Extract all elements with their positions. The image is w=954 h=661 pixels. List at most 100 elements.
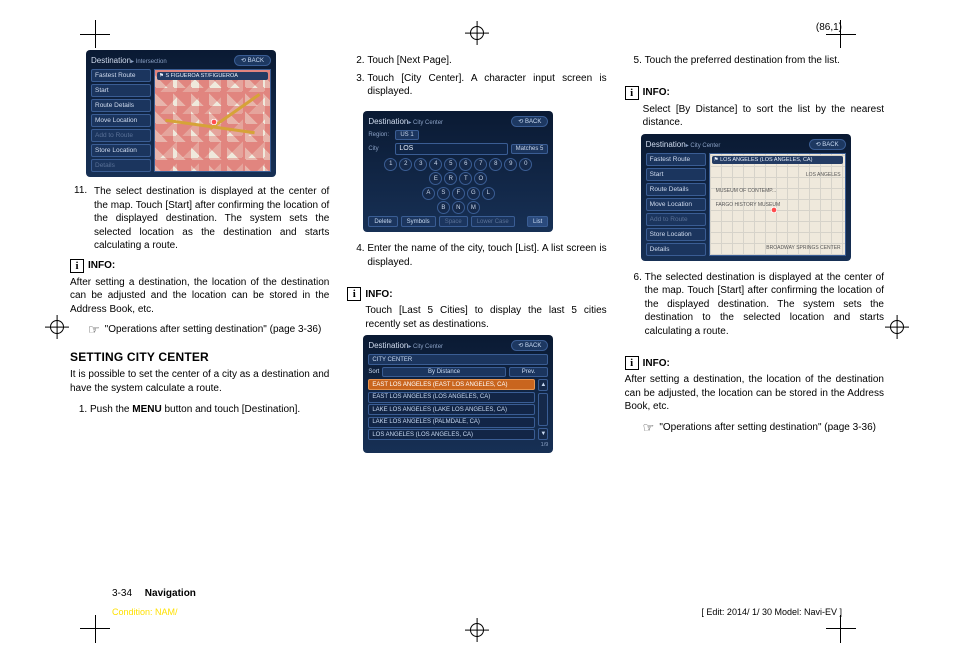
list-item[interactable]: LAKE LOS ANGELES (LAKE LOS ANGELES, CA)	[368, 404, 535, 415]
destination-pin-icon	[770, 206, 778, 214]
region-value[interactable]: US 1	[395, 130, 418, 140]
map-dest-label: ⚑ LOS ANGELES (LOS ANGELES, CA)	[712, 156, 843, 164]
cropmark	[826, 628, 856, 629]
scroll-up-icon[interactable]: ▲	[538, 379, 548, 391]
city-input[interactable]: LOS	[395, 143, 507, 155]
step-text: Touch the preferred destination from the…	[645, 54, 884, 68]
step-text: Touch [Next Page].	[367, 54, 606, 68]
registration-mark	[888, 318, 906, 336]
keyboard-key[interactable]: R	[444, 172, 457, 185]
keyboard-action[interactable]: Delete	[368, 216, 397, 227]
step-number: 11.	[74, 185, 90, 253]
keyboard-key[interactable]: 9	[504, 158, 517, 171]
keyboard-action: Lower Case	[471, 216, 515, 227]
keyboard-key[interactable]: F	[452, 187, 465, 200]
menu-button[interactable]: Store Location	[91, 144, 151, 157]
registration-mark	[468, 621, 486, 639]
menu-button[interactable]: Move Location	[91, 114, 151, 127]
prev-button[interactable]: Prev.	[509, 367, 549, 377]
info-body: After setting a destination, the locatio…	[70, 276, 329, 317]
map-poi: MUSEUM OF CONTEMP...	[716, 188, 776, 194]
keyboard-key[interactable]: 0	[519, 158, 532, 171]
keyboard-key[interactable]: 7	[474, 158, 487, 171]
info-label: INFO:	[643, 87, 670, 98]
keyboard-key[interactable]: L	[482, 187, 495, 200]
keyboard-key[interactable]: E	[429, 172, 442, 185]
menu-button[interactable]: Route Details	[646, 183, 706, 196]
step-text: Push the MENU button and touch [Destinat…	[90, 403, 329, 417]
sort-select[interactable]: By Distance	[382, 367, 505, 377]
list-count: 1/9	[368, 442, 548, 448]
step-text: Touch [City Center]. A character input s…	[367, 72, 606, 99]
keyboard-key[interactable]: A	[422, 187, 435, 200]
keyboard-key[interactable]: 2	[399, 158, 412, 171]
list-button[interactable]: List	[527, 216, 548, 227]
info-icon: i	[70, 259, 84, 273]
footer-right: [ Edit: 2014/ 1/ 30 Model: Navi-EV ]	[701, 607, 842, 617]
list-item[interactable]: EAST LOS ANGELES (EAST LOS ANGELES, CA)	[368, 379, 535, 390]
back-button[interactable]: ⟲ BACK	[234, 55, 271, 66]
xref-text: "Operations after setting destination" (…	[105, 323, 322, 336]
matches-count: Matches 5	[511, 144, 549, 154]
step-text: Enter the name of the city, touch [List]…	[367, 242, 606, 269]
menu-button[interactable]: Fastest Route	[91, 69, 151, 82]
keyboard-key[interactable]: T	[459, 172, 472, 185]
info-icon: i	[625, 356, 639, 370]
keyboard-key[interactable]: 6	[459, 158, 472, 171]
back-button[interactable]: ⟲ BACK	[809, 139, 846, 150]
info-label: INFO:	[365, 289, 392, 300]
keyboard-key[interactable]: 8	[489, 158, 502, 171]
menu-button[interactable]: Route Details	[91, 99, 151, 112]
menu-button[interactable]: Details	[646, 243, 706, 256]
column-3: Touch the preferred destination from the…	[625, 50, 884, 611]
list-header: CITY CENTER	[368, 354, 548, 365]
section-heading: SETTING CITY CENTER	[70, 350, 329, 364]
cropmark	[840, 615, 841, 643]
map-dest-label: ⚑ S FIGUEROA ST/FIGUEROA	[157, 72, 268, 80]
menu-button[interactable]: Start	[646, 168, 706, 181]
info-label: INFO:	[88, 260, 115, 271]
info-icon: i	[625, 86, 639, 100]
menu-button[interactable]: Start	[91, 84, 151, 97]
section-body: It is possible to set the center of a ci…	[70, 368, 329, 395]
city-label: City	[368, 146, 392, 152]
keyboard-action[interactable]: Symbols	[401, 216, 436, 227]
nav-screen-citycenter-map: Destination▸ City Center ⟲ BACK Fastest …	[641, 134, 851, 261]
cropmark	[95, 20, 96, 48]
list-item[interactable]: LOS ANGELES (LOS ANGELES, CA)	[368, 429, 535, 440]
keyboard-key[interactable]: B	[437, 201, 450, 214]
keyboard-key[interactable]: M	[467, 201, 480, 214]
list-item[interactable]: EAST LOS ANGELES (LOS ANGELES, CA)	[368, 392, 535, 403]
destination-pin-icon	[210, 118, 218, 126]
info-body: Select [By Distance] to sort the list by…	[625, 103, 884, 130]
registration-mark	[468, 24, 486, 42]
keyboard-key[interactable]: 3	[414, 158, 427, 171]
info-body: Touch [Last 5 Cities] to display the las…	[347, 304, 606, 331]
scroll-track[interactable]	[538, 393, 548, 426]
screen-subtitle: ▸ Intersection	[131, 59, 167, 65]
info-body: After setting a destination, the locatio…	[625, 373, 884, 414]
column-1: Destination▸ Intersection ⟲ BACK Fastest…	[70, 50, 329, 611]
scroll-down-icon[interactable]: ▼	[538, 428, 548, 440]
list-item[interactable]: LAKE LOS ANGELES (PALMDALE, CA)	[368, 417, 535, 428]
cropmark	[826, 34, 856, 35]
keyboard-key[interactable]: N	[452, 201, 465, 214]
step-text: The select destination is displayed at t…	[94, 185, 329, 253]
back-button[interactable]: ⟲ BACK	[511, 116, 548, 127]
xref-text: "Operations after setting destination" (…	[659, 421, 876, 434]
keyboard-key[interactable]: S	[437, 187, 450, 200]
info-icon: i	[347, 287, 361, 301]
keyboard-key[interactable]: 1	[384, 158, 397, 171]
info-label: INFO:	[643, 358, 670, 369]
keyboard-key[interactable]: 5	[444, 158, 457, 171]
menu-button[interactable]: Store Location	[646, 228, 706, 241]
keyboard-key[interactable]: G	[467, 187, 480, 200]
keyboard-key[interactable]: 4	[429, 158, 442, 171]
back-button[interactable]: ⟲ BACK	[511, 340, 548, 351]
menu-button[interactable]: Move Location	[646, 198, 706, 211]
column-2: Touch [Next Page]. Touch [City Center]. …	[347, 50, 606, 611]
menu-button[interactable]: Fastest Route	[646, 153, 706, 166]
step-text: The selected destination is displayed at…	[645, 271, 884, 339]
keyboard-key[interactable]: O	[474, 172, 487, 185]
nav-screen-intersection: Destination▸ Intersection ⟲ BACK Fastest…	[86, 50, 276, 177]
